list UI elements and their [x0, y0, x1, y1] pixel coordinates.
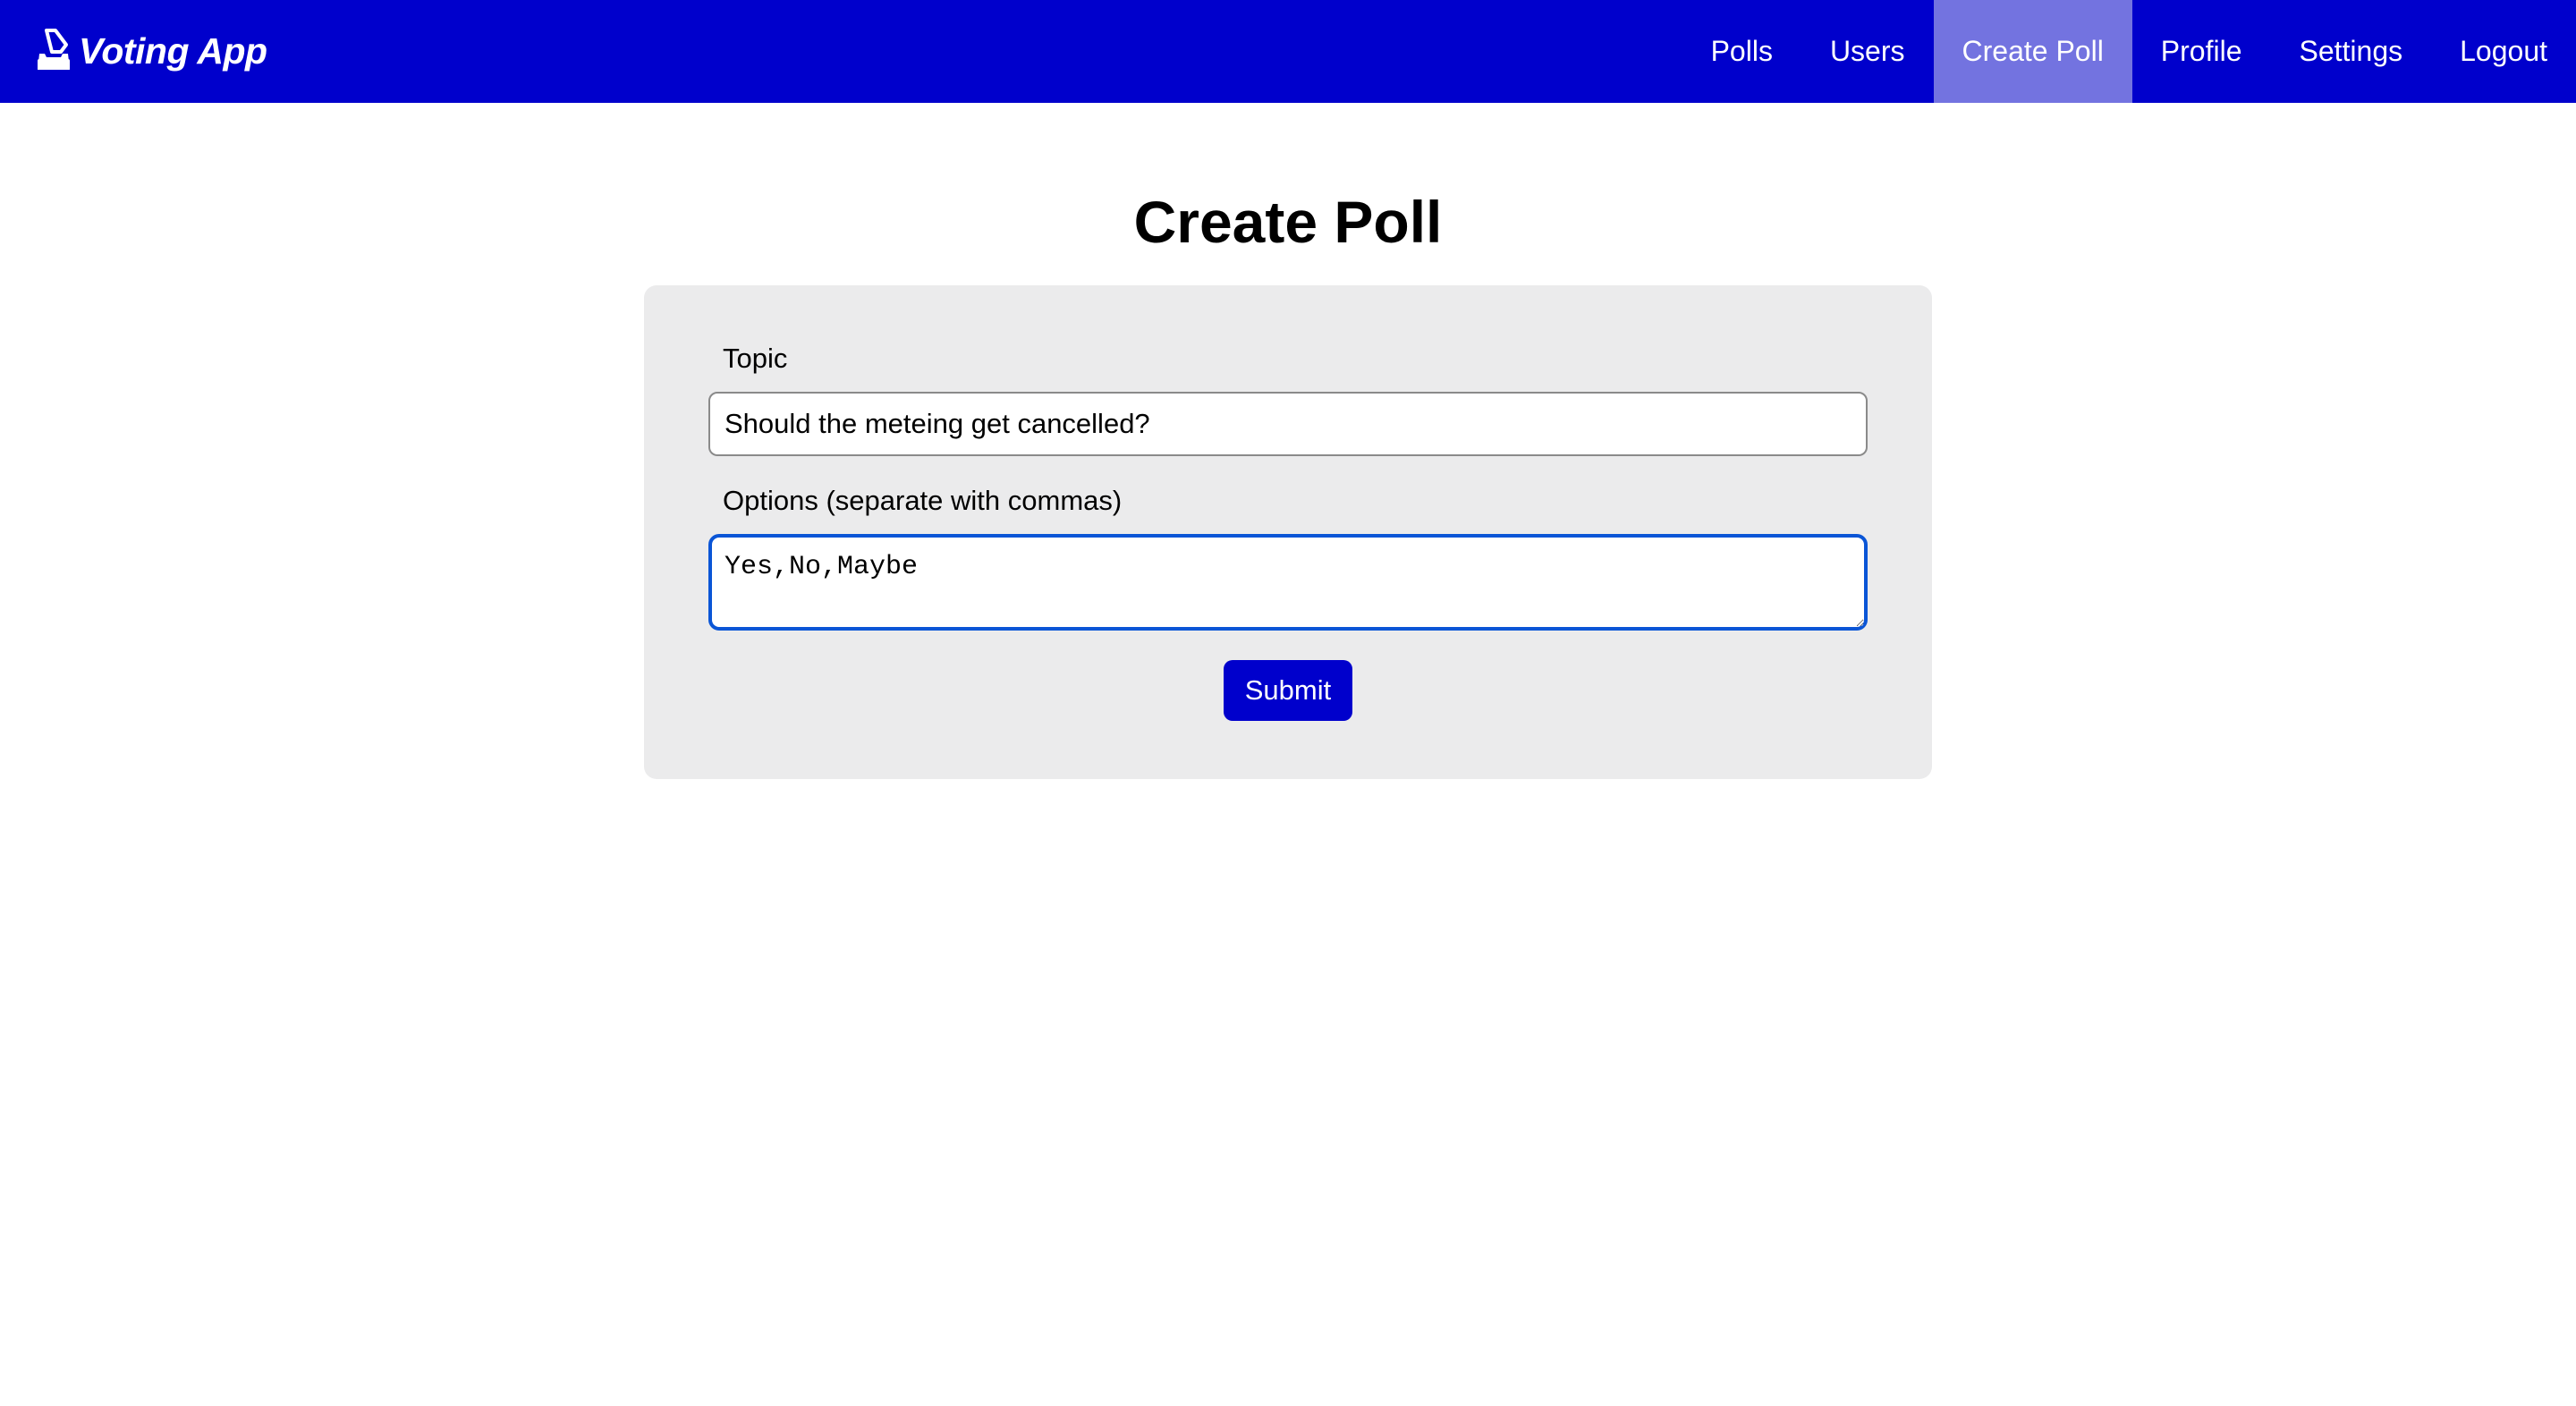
nav-item-polls[interactable]: Polls — [1682, 0, 1801, 103]
brand[interactable]: Voting App — [34, 0, 267, 103]
top-navbar: Voting App Polls Users Create Poll Profi… — [0, 0, 2576, 103]
nav-item-profile[interactable]: Profile — [2132, 0, 2271, 103]
topic-input[interactable] — [708, 392, 1868, 456]
brand-name: Voting App — [79, 30, 267, 72]
topic-label: Topic — [723, 343, 788, 374]
page-title: Create Poll — [1133, 189, 1443, 255]
options-label: Options (separate with commas) — [723, 485, 1123, 516]
options-textarea[interactable]: Yes,No,Maybe — [708, 534, 1868, 631]
nav-item-create-poll[interactable]: Create Poll — [1933, 0, 2132, 103]
nav-item-logout[interactable]: Logout — [2431, 0, 2576, 103]
submit-button[interactable]: Submit — [1224, 660, 1352, 721]
ballot-box-icon — [38, 28, 70, 70]
nav-item-users[interactable]: Users — [1801, 0, 1934, 103]
create-poll-form: Topic Options (separate with commas) Yes… — [644, 285, 1932, 779]
nav-item-settings[interactable]: Settings — [2271, 0, 2432, 103]
main-nav: Polls Users Create Poll Profile Settings… — [1682, 0, 2576, 103]
